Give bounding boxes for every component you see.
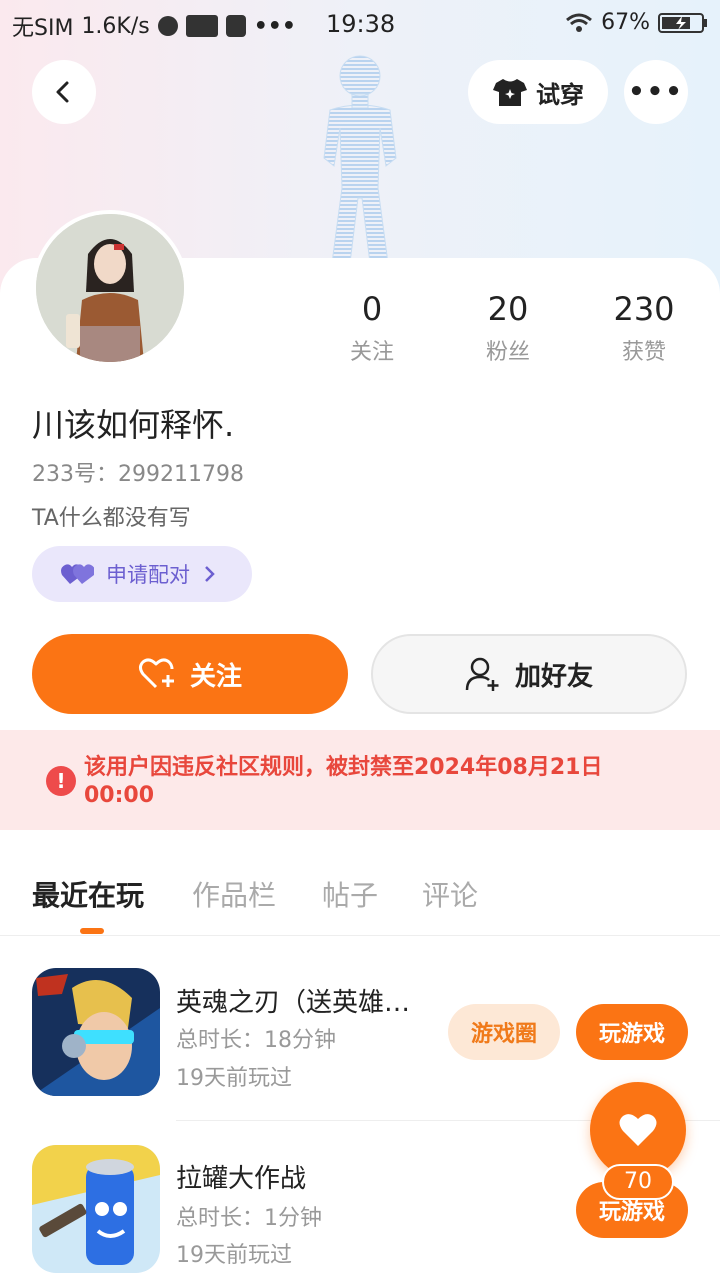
chevron-left-icon: [56, 81, 69, 103]
battery-percent-text: 67%: [601, 10, 650, 35]
heart-icon: [619, 1114, 657, 1146]
back-button[interactable]: [32, 60, 96, 124]
active-tab-indicator: [80, 928, 104, 934]
game-name: 英魂之刃（送英雄…: [176, 988, 411, 1018]
clock-text: 19:38: [326, 10, 396, 38]
user-bio: TA什么都没有写: [32, 506, 191, 531]
add-friend-button[interactable]: 加好友: [371, 634, 687, 714]
game-circle-button[interactable]: 游戏圈: [448, 1004, 560, 1060]
network-speed-text: 1.6K/s: [81, 13, 150, 39]
bag-icon: [225, 15, 246, 37]
double-heart-icon: [61, 564, 94, 584]
carrier-text: 无SIM: [12, 16, 74, 41]
stat-value: 20: [487, 290, 529, 328]
ban-notice-text: 该用户因违反社区规则，被封禁至2024年08月21日 00:00: [84, 755, 603, 808]
try-on-label: 试穿: [536, 80, 584, 109]
chevron-right-icon: [205, 566, 215, 582]
battery-icon: [658, 12, 707, 33]
add-user-icon: [465, 657, 499, 691]
wifi-icon: [566, 13, 593, 32]
stat-label: 关注: [349, 340, 394, 365]
tab-recently-played[interactable]: 最近在玩: [32, 874, 144, 914]
heart-plus-icon: [138, 658, 174, 689]
stat-likes[interactable]: 230 获赞: [584, 290, 704, 366]
stat-label: 获赞: [621, 340, 666, 365]
game-icon[interactable]: [32, 1145, 160, 1273]
play-game-button[interactable]: 玩游戏: [576, 1004, 688, 1060]
stat-value: 230: [613, 290, 675, 328]
game-name: 拉罐大作战: [176, 1164, 307, 1194]
pair-request-label: 申请配对: [106, 563, 190, 587]
pair-request-button[interactable]: 申请配对: [32, 546, 252, 602]
add-friend-label: 加好友: [514, 661, 593, 692]
profile-tabs: 最近在玩 作品栏 帖子 评论: [0, 868, 720, 936]
stat-following[interactable]: 0 关注: [312, 290, 432, 366]
game-last-played: 19天前玩过: [176, 1066, 292, 1091]
game-duration: 总时长：18分钟: [176, 1028, 336, 1053]
game-icon[interactable]: [32, 968, 160, 1096]
more-icon: •••: [628, 77, 684, 107]
book-icon: [185, 15, 218, 37]
user-name: 川该如何释怀.: [32, 406, 235, 444]
follow-button[interactable]: 关注: [32, 634, 348, 714]
game-icon-art: [32, 1145, 160, 1273]
stat-label: 粉丝: [485, 340, 530, 365]
avatar[interactable]: [32, 210, 188, 366]
tab-works[interactable]: 作品栏: [192, 874, 276, 914]
game-icon-art: [32, 968, 160, 1096]
game-last-played: 19天前玩过: [176, 1243, 292, 1268]
user-id: 233号：299211798: [32, 462, 244, 487]
warning-icon: !: [46, 766, 76, 796]
game-duration: 总时长：1分钟: [176, 1206, 322, 1231]
tab-comments[interactable]: 评论: [422, 874, 478, 914]
status-bar: 无SIM 1.6K/s ••• 19:38 67%: [0, 0, 720, 50]
like-count-badge: 70: [602, 1164, 674, 1200]
more-button[interactable]: •••: [624, 60, 688, 124]
follow-label: 关注: [189, 661, 242, 692]
stat-followers[interactable]: 20 粉丝: [448, 290, 568, 366]
more-notifications-icon: •••: [253, 13, 296, 39]
try-on-button[interactable]: 试穿: [468, 60, 608, 124]
avatar-3d-figure: [323, 55, 397, 263]
stat-value: 0: [361, 290, 383, 328]
tshirt-icon: [493, 79, 527, 106]
avatar-illustration: [36, 214, 184, 362]
planet-icon: [157, 16, 178, 36]
tab-posts[interactable]: 帖子: [322, 874, 378, 914]
